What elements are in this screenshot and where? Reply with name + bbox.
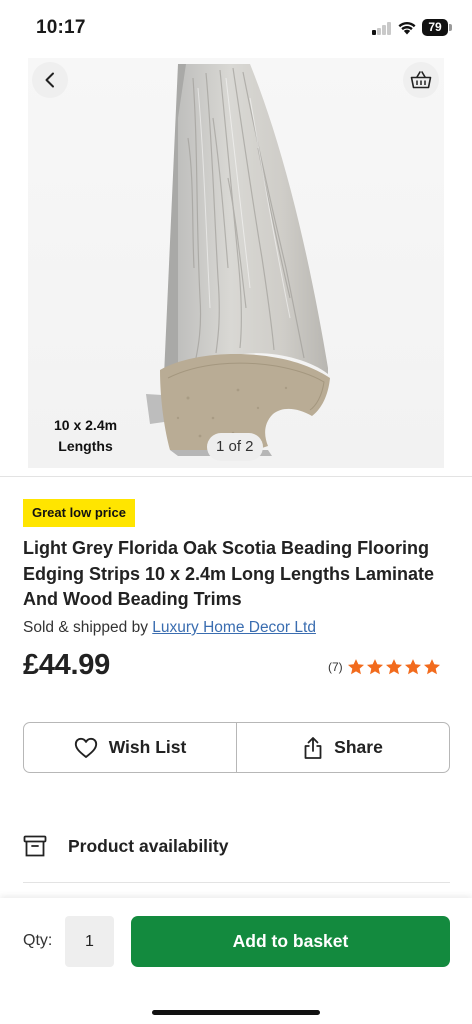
product-image-gallery[interactable]: 10 x 2.4m Lengths 1 of 2	[0, 58, 472, 476]
star-icon	[366, 659, 383, 675]
availability-label: Product availability	[68, 835, 229, 856]
product-title: Light Grey Florida Oak Scotia Beading Fl…	[23, 538, 435, 609]
status-time: 10:17	[36, 17, 86, 38]
rating-stars	[346, 658, 441, 676]
rating-count: (7)	[328, 660, 343, 674]
wishlist-label: Wish List	[108, 737, 187, 757]
basket-icon	[410, 71, 432, 89]
divider	[23, 882, 450, 883]
share-icon	[304, 736, 322, 759]
image-caption-line2: Lengths	[58, 438, 113, 454]
image-caption: 10 x 2.4m Lengths	[54, 415, 117, 457]
image-counter: 1 of 2	[207, 433, 263, 461]
product-availability-row[interactable]: Product availability	[23, 826, 450, 866]
back-button[interactable]	[32, 62, 68, 98]
star-icon	[423, 659, 440, 675]
add-to-basket-button[interactable]: Add to basket	[131, 916, 450, 967]
product-price: £44.99	[23, 649, 110, 681]
seller-info: Sold & shipped by Luxury Home Decor Ltd	[23, 619, 316, 637]
star-icon	[404, 659, 421, 675]
archive-box-icon	[23, 835, 47, 857]
qty-input[interactable]: 1	[65, 916, 114, 967]
seller-prefix: Sold & shipped by	[23, 619, 148, 636]
bottom-purchase-bar: Qty: 1 Add to basket	[0, 898, 472, 1024]
heart-icon	[74, 737, 97, 758]
price-badge: Great low price	[23, 499, 135, 527]
divider	[0, 476, 472, 477]
wifi-icon	[398, 21, 416, 35]
wishlist-button[interactable]: Wish List	[24, 723, 236, 772]
product-actions: Wish List Share	[23, 722, 450, 773]
seller-link[interactable]: Luxury Home Decor Ltd	[152, 619, 316, 636]
battery-level: 79	[422, 19, 448, 36]
share-button[interactable]: Share	[236, 723, 449, 772]
share-label: Share	[334, 737, 383, 757]
star-icon	[347, 659, 364, 675]
product-image	[28, 58, 444, 468]
product-rating[interactable]: (7)	[328, 658, 441, 676]
basket-button[interactable]	[403, 62, 439, 98]
battery-icon: 79	[422, 19, 452, 36]
back-arrow-icon	[45, 72, 54, 88]
star-icon	[385, 659, 402, 675]
qty-label: Qty:	[23, 932, 53, 949]
home-indicator[interactable]	[152, 1010, 320, 1015]
signal-icon	[372, 22, 392, 35]
image-caption-line1: 10 x 2.4m	[54, 417, 118, 433]
status-bar: 10:17 79	[0, 0, 472, 58]
